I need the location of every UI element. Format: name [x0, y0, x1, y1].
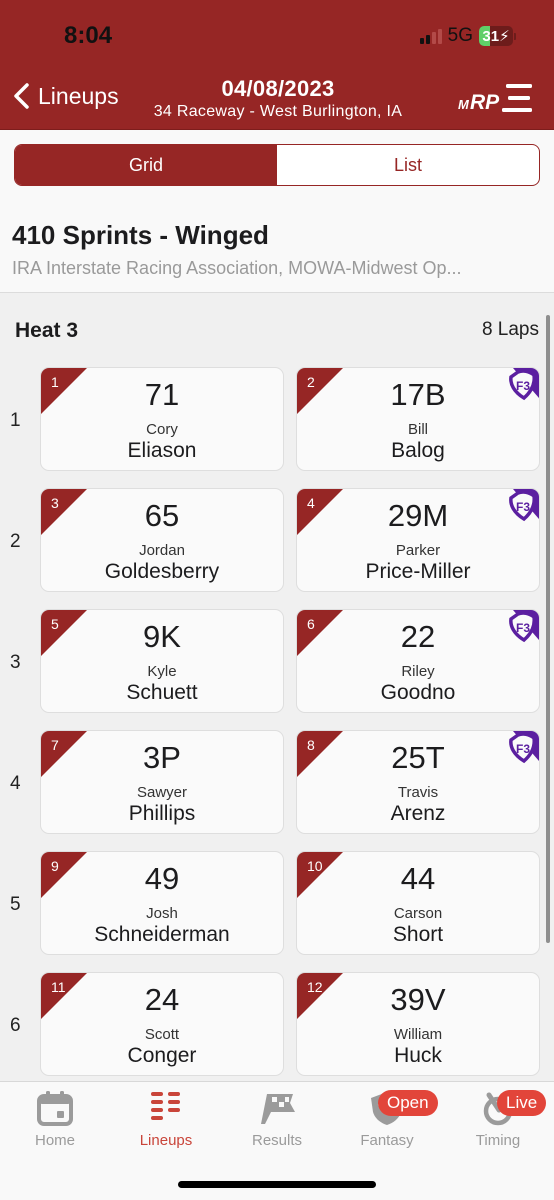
tab-label: Fantasy [360, 1132, 414, 1149]
svg-text:RP: RP [470, 91, 500, 114]
driver-card[interactable]: 10 44 Carson Short [296, 851, 540, 955]
driver-first-name: Bill [407, 421, 428, 438]
driver-first-name: Scott [144, 1026, 180, 1043]
battery-percent: 31⚡ [482, 28, 510, 45]
driver-first-name: Cory [146, 421, 178, 438]
driver-first-name: Josh [146, 905, 178, 922]
class-title: 410 Sprints - Winged [12, 220, 269, 250]
driver-last-name: Goldesberry [104, 560, 220, 583]
heat-laps: 8 Laps [481, 319, 539, 340]
car-number: 71 [144, 377, 180, 412]
driver-card[interactable]: 8 25T Travis Arenz F3 [296, 730, 540, 834]
row-number: 3 [10, 652, 21, 673]
car-number: 44 [400, 861, 436, 896]
event-venue: 34 Raceway - West Burlington, IA [153, 103, 403, 120]
row-number: 2 [10, 531, 21, 552]
status-icons: 5G 31⚡ [419, 25, 516, 47]
driver-last-name: Eliason [127, 439, 197, 462]
driver-last-name: Short [392, 923, 444, 946]
driver-first-name: Sawyer [136, 784, 188, 801]
driver-card[interactable]: 7 3P Sawyer Phillips [40, 730, 284, 834]
car-number: 24 [144, 982, 180, 1017]
back-button[interactable]: Lineups [12, 82, 119, 110]
driver-last-name: Huck [394, 1044, 442, 1067]
car-number: 39V [390, 982, 446, 1017]
driver-first-name: Parker [395, 542, 441, 559]
home-indicator[interactable] [178, 1181, 376, 1188]
driver-last-name: Conger [127, 1044, 197, 1067]
battery-icon: 31⚡ [479, 26, 513, 46]
back-label: Lineups [38, 82, 119, 109]
mrp-logo[interactable]: M RP [456, 82, 534, 116]
driver-last-name: Balog [391, 439, 445, 462]
driver-last-name: Phillips [128, 802, 196, 825]
event-date: 04/08/2023 [221, 76, 335, 101]
driver-first-name: William [393, 1026, 443, 1043]
tab-lineups[interactable]: Lineups [111, 1090, 221, 1149]
driver-card[interactable]: 9 49 Josh Schneiderman [40, 851, 284, 955]
timing-badge: Live [497, 1090, 547, 1116]
grid-list-icon [151, 1092, 180, 1120]
tab-label: Lineups [139, 1132, 193, 1149]
driver-card[interactable]: 4 29M Parker Price-Miller F3 [296, 488, 540, 592]
driver-last-name: Price-Miller [365, 560, 471, 583]
driver-card[interactable]: 3 65 Jordan Goldesberry [40, 488, 284, 592]
svg-text:F3: F3 [516, 621, 530, 635]
view-toggle: Grid List [14, 144, 540, 186]
tab-label: Timing [475, 1132, 521, 1149]
svg-text:F3: F3 [516, 500, 530, 514]
driver-first-name: Carson [393, 905, 443, 922]
class-sanctions: IRA Interstate Racing Association, MOWA-… [12, 258, 462, 278]
driver-last-name: Schuett [126, 681, 198, 704]
row-number: 5 [10, 894, 21, 915]
fantasy-eligible-icon: F3 [509, 489, 539, 522]
fantasy-badge: Open [378, 1090, 438, 1116]
list-tab[interactable]: List [277, 145, 539, 185]
driver-first-name: Travis [397, 784, 439, 801]
driver-card[interactable]: 6 22 Riley Goodno F3 [296, 609, 540, 713]
driver-card[interactable]: 1 71 Cory Eliason [40, 367, 284, 471]
checkered-flag-icon [261, 1094, 295, 1124]
driver-card[interactable]: 5 9K Kyle Schuett [40, 609, 284, 713]
fantasy-eligible-icon: F3 [509, 731, 539, 764]
svg-text:F3: F3 [516, 379, 530, 393]
car-number: 9K [143, 619, 181, 654]
car-number: 65 [144, 498, 180, 533]
fantasy-eligible-icon: F3 [509, 368, 539, 401]
network-type: 5G [447, 25, 473, 46]
row-number: 6 [10, 1015, 21, 1036]
svg-text:M: M [458, 97, 470, 112]
event-title: 04/08/2023 34 Raceway - West Burlington,… [130, 76, 426, 121]
car-number: 49 [144, 861, 180, 896]
driver-last-name: Arenz [390, 802, 446, 825]
tab-results[interactable]: Results [222, 1090, 332, 1149]
driver-card[interactable]: 11 24 Scott Conger [40, 972, 284, 1076]
app-header: 8:04 5G 31⚡ Lineups 04/08/2023 34 Racewa… [0, 0, 554, 130]
car-number: 3P [143, 740, 181, 775]
tab-label: Home [34, 1132, 75, 1149]
svg-text:F3: F3 [516, 742, 530, 756]
driver-card[interactable]: 12 39V William Huck [296, 972, 540, 1076]
heat-title: Heat 3 [15, 319, 79, 342]
row-number: 1 [10, 410, 21, 431]
fantasy-eligible-icon: F3 [509, 610, 539, 643]
driver-first-name: Kyle [147, 663, 177, 680]
grid-tab[interactable]: Grid [15, 145, 277, 185]
chevron-left-icon [14, 83, 29, 109]
battery-nub [514, 32, 516, 40]
tab-timing[interactable]: Timing Live [443, 1090, 553, 1149]
row-number: 4 [10, 773, 21, 794]
tab-label: Results [251, 1132, 303, 1149]
tab-fantasy[interactable]: Fantasy Open [332, 1090, 442, 1149]
driver-last-name: Schneiderman [94, 923, 230, 946]
driver-card[interactable]: 2 17B Bill Balog F3 [296, 367, 540, 471]
status-time: 8:04 [64, 22, 113, 49]
calendar-icon [37, 1091, 73, 1126]
driver-first-name: Jordan [139, 542, 185, 559]
scrollbar[interactable] [546, 315, 550, 943]
signal-icon [419, 28, 442, 44]
tab-home[interactable]: Home [0, 1090, 110, 1149]
driver-last-name: Goodno [380, 681, 456, 704]
driver-first-name: Riley [401, 663, 435, 680]
